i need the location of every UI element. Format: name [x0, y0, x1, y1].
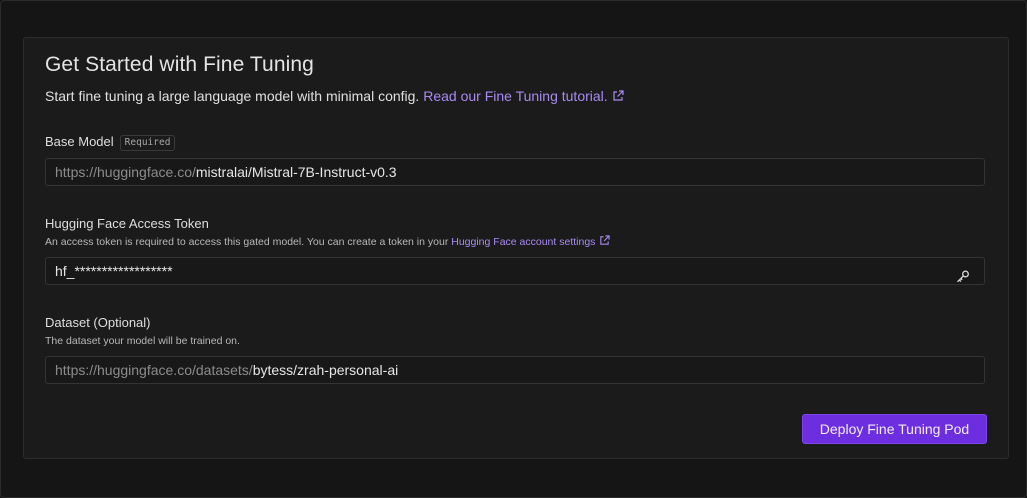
tutorial-link[interactable]: Read our Fine Tuning tutorial. [423, 88, 624, 105]
page-subtitle: Start fine tuning a large language model… [45, 88, 624, 105]
access-token-input[interactable]: hf_****************** [45, 257, 985, 285]
access-token-label: Hugging Face Access Token [45, 216, 209, 231]
base-model-value: mistralai/Mistral-7B-Instruct-v0.3 [195, 164, 397, 180]
deploy-fine-tuning-pod-button[interactable]: Deploy Fine Tuning Pod [802, 414, 987, 444]
access-token-hint-text: An access token is required to access th… [45, 236, 449, 248]
dataset-label: Dataset (Optional) [45, 315, 151, 330]
key-icon[interactable] [956, 265, 970, 291]
account-settings-link[interactable]: Hugging Face account settings [451, 235, 611, 249]
dataset-input[interactable]: https://huggingface.co/datasets/bytess/z… [45, 356, 985, 384]
access-token-value: hf_****************** [55, 263, 173, 279]
external-link-icon [599, 235, 611, 249]
external-link-icon [612, 89, 624, 105]
dataset-hint: The dataset your model will be trained o… [45, 335, 240, 347]
dataset-prefix: https://huggingface.co/datasets/ [55, 362, 253, 378]
base-model-label-text: Base Model [45, 134, 114, 149]
access-token-hint: An access token is required to access th… [45, 235, 611, 249]
account-settings-link-label: Hugging Face account settings [451, 236, 596, 248]
dataset-value: bytess/zrah-personal-ai [252, 362, 399, 378]
page-title: Get Started with Fine Tuning [45, 53, 314, 76]
subtitle-text: Start fine tuning a large language model… [45, 88, 420, 104]
app-frame: Get Started with Fine Tuning Start fine … [0, 0, 1027, 498]
base-model-label: Base Model Required [45, 134, 176, 151]
base-model-input[interactable]: https://huggingface.co/mistralai/Mistral… [45, 158, 985, 186]
fine-tuning-card: Get Started with Fine Tuning Start fine … [23, 37, 1009, 459]
required-badge: Required [119, 135, 176, 151]
tutorial-link-label: Read our Fine Tuning tutorial. [423, 88, 608, 104]
base-model-prefix: https://huggingface.co/ [55, 164, 196, 180]
